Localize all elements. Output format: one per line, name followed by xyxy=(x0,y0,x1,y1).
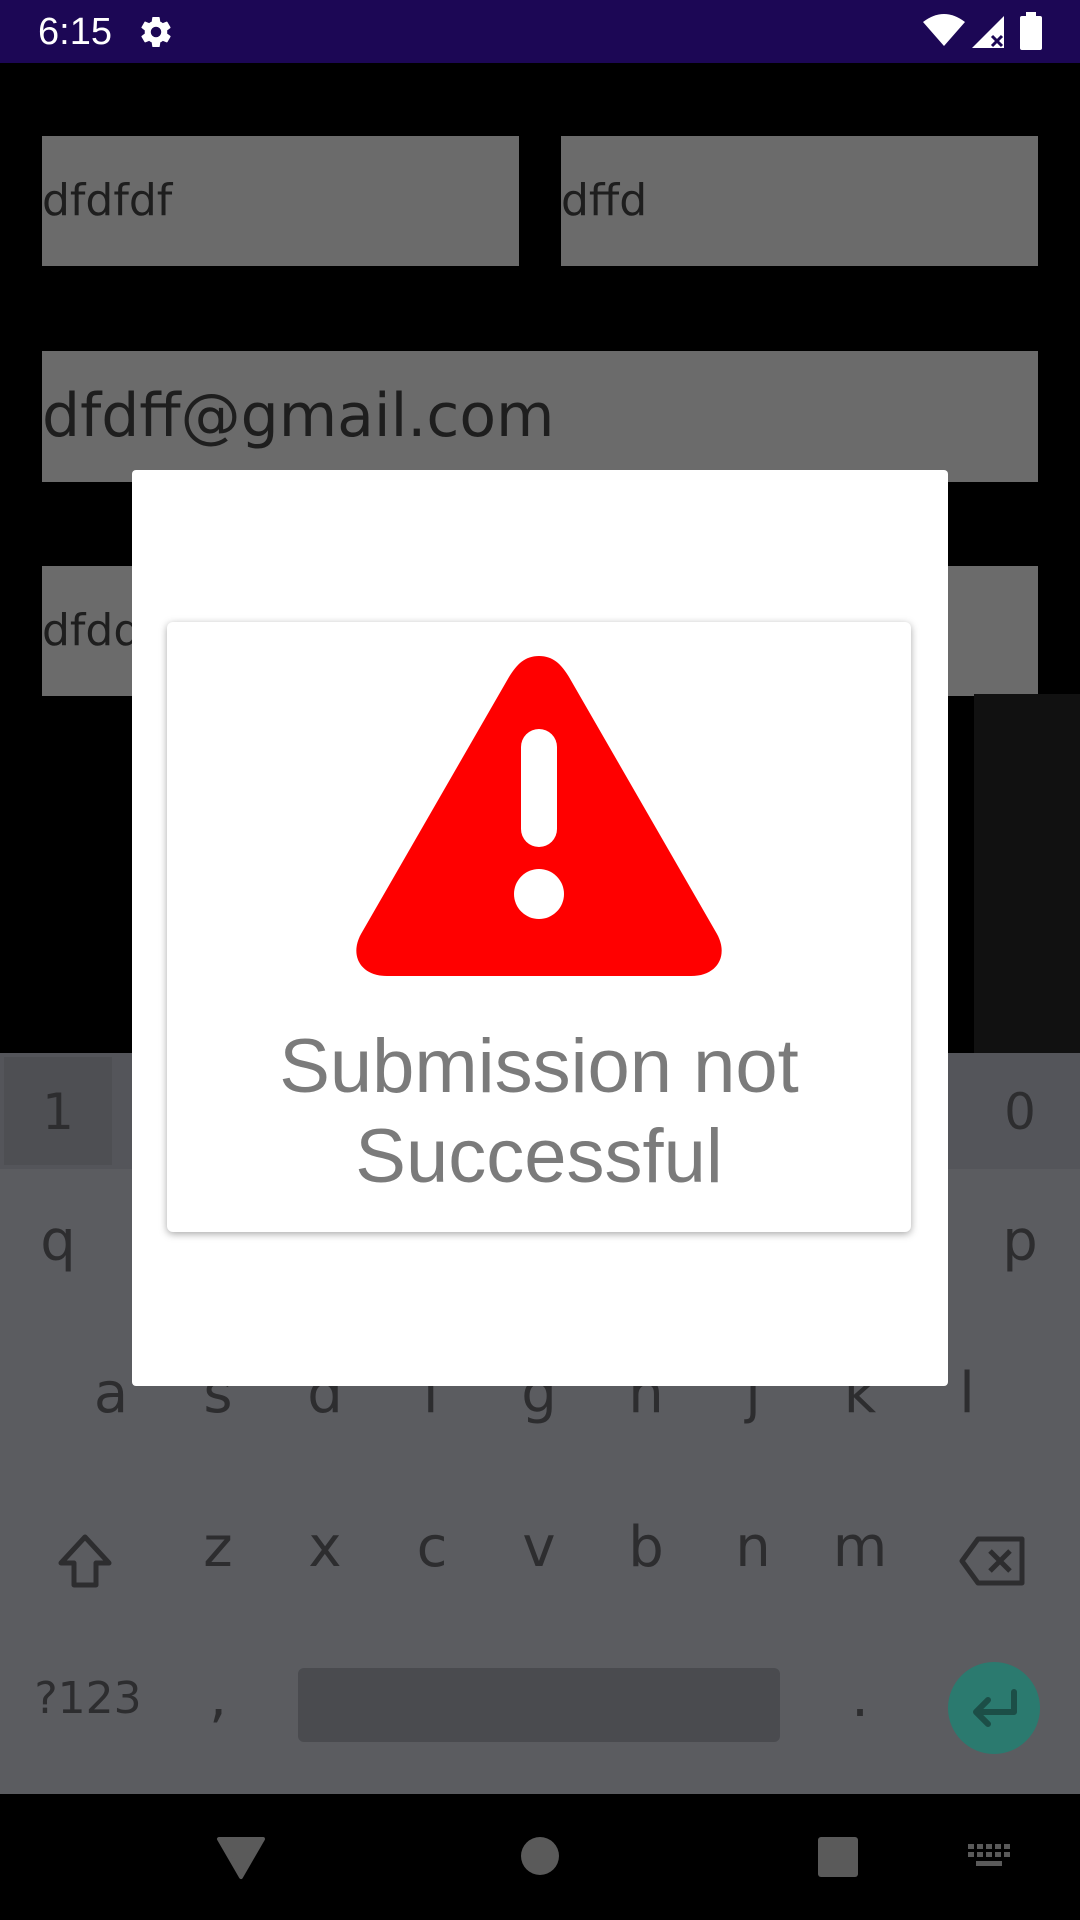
home-icon[interactable] xyxy=(520,1836,560,1876)
backspace-icon[interactable] xyxy=(958,1535,1028,1587)
alert-card: Submission not Successful xyxy=(167,622,911,1232)
key-c[interactable]: c xyxy=(402,1515,462,1580)
enter-key[interactable] xyxy=(948,1662,1040,1754)
navigation-bar xyxy=(0,1794,1080,1920)
signal-icon xyxy=(972,16,1004,48)
wifi-icon xyxy=(923,14,965,46)
key-b[interactable]: b xyxy=(616,1515,676,1580)
gear-icon xyxy=(141,17,171,47)
key-z[interactable]: z xyxy=(188,1515,248,1580)
warning-icon xyxy=(356,656,722,976)
enter-arrow-icon xyxy=(973,1689,1017,1727)
first-name-field[interactable]: dfdfdf xyxy=(42,136,519,266)
recents-icon[interactable] xyxy=(817,1836,859,1878)
last-name-field[interactable]: dffd xyxy=(561,136,1038,266)
period-key[interactable]: . xyxy=(830,1665,890,1730)
space-bar[interactable] xyxy=(298,1668,780,1742)
status-bar: 6:15 xyxy=(0,0,1080,63)
email-field[interactable]: dfdff@gmail.com xyxy=(42,351,1038,482)
dialog-message: Submission not Successful xyxy=(279,1024,799,1199)
keyboard-switch-icon[interactable] xyxy=(968,1844,1010,1870)
status-time: 6:15 xyxy=(38,11,112,53)
comma-key[interactable]: , xyxy=(188,1665,248,1730)
key-x[interactable]: x xyxy=(295,1515,355,1580)
key-0[interactable]: 0 xyxy=(990,1083,1050,1141)
key-1[interactable]: 1 xyxy=(28,1083,88,1141)
battery-icon xyxy=(1020,12,1042,50)
alert-dialog: Submission not Successful xyxy=(132,470,948,1386)
key-q[interactable]: q xyxy=(28,1209,88,1274)
key-p[interactable]: p xyxy=(990,1209,1050,1274)
shift-icon[interactable] xyxy=(55,1531,115,1591)
back-icon[interactable] xyxy=(216,1836,266,1880)
background-button xyxy=(974,694,1080,1054)
symbols-key[interactable]: ?123 xyxy=(28,1673,148,1724)
key-m[interactable]: m xyxy=(830,1515,890,1580)
key-n[interactable]: n xyxy=(723,1515,783,1580)
key-v[interactable]: v xyxy=(509,1515,569,1580)
